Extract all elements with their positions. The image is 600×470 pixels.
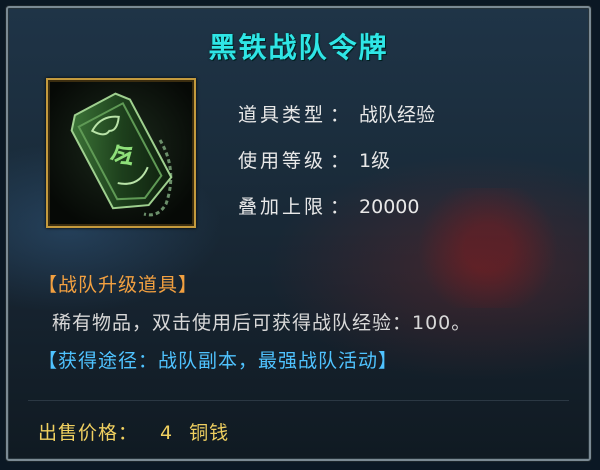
property-value: 1级 <box>359 150 391 172</box>
item-properties: 道具类型：战队经验 使用等级： 1级 叠加上限： 20000 <box>238 92 435 230</box>
sell-price-currency: 铜钱 <box>189 422 230 444</box>
item-description: 稀有物品，双击使用后可获得战队经验：100。 <box>52 312 472 334</box>
property-value: 战队经验 <box>359 104 436 126</box>
property-use-level: 使用等级： 1级 <box>238 138 435 184</box>
property-value: 20000 <box>359 196 420 218</box>
divider <box>28 400 569 401</box>
property-separator: ： <box>330 104 350 126</box>
sell-price: 出售价格： 4 铜钱 <box>38 418 229 445</box>
item-tooltip: 黑铁战队令牌 令 道具类型：战队经验 使用等级 ： 1级 叠加上限 ： 2000… <box>6 6 591 461</box>
item-category-tag: 【战队升级道具】 <box>38 274 199 296</box>
property-label: 道具类型 <box>238 104 327 126</box>
property-separator: ： <box>330 196 350 218</box>
property-item-type: 道具类型： 战队经验 <box>238 92 435 138</box>
item-source: 【获得途径：战队副本，最强战队活动】 <box>38 350 399 372</box>
property-stack-limit: 叠加上限： 20000 <box>238 184 435 230</box>
sell-price-label: 出售价格： <box>38 422 139 444</box>
item-icon-frame: 令 <box>46 78 196 228</box>
black-iron-team-token-icon: 令 <box>70 92 173 217</box>
item-name: 黑铁战队令牌 <box>208 31 389 64</box>
property-label: 叠加上限 <box>238 196 327 218</box>
property-separator: ： <box>330 150 350 172</box>
property-label: 使用等级 <box>238 150 327 172</box>
sell-price-amount: 4 <box>160 422 174 444</box>
